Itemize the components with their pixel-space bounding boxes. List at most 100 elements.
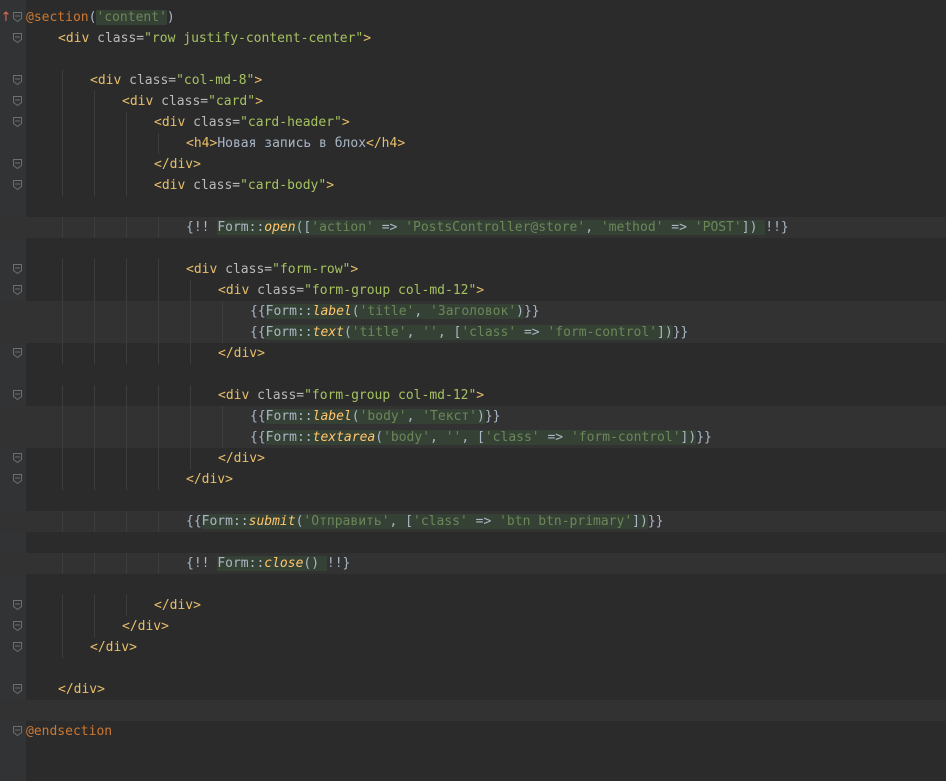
code-token: <div [58, 31, 98, 46]
code-line[interactable]: </div> [0, 679, 946, 700]
code-token: }} [696, 430, 712, 445]
code-token: {{ [250, 325, 266, 340]
code-token: <div [186, 262, 226, 277]
code-token: 'content' [96, 10, 167, 25]
code-line[interactable]: {{Form::submit('Отправить', ['class' => … [0, 511, 946, 532]
code-editor[interactable]: ↑ @section('content') <div class="row just… [0, 0, 946, 781]
fold-marker-icon[interactable] [13, 726, 22, 736]
code-line[interactable]: <div class="card-body"> [0, 175, 946, 196]
code-line[interactable]: <div class="row justify-content-center"> [0, 28, 946, 49]
code-line[interactable]: {{Form::label('title', 'Заголовок')}} [0, 301, 946, 322]
fold-marker-icon[interactable] [13, 348, 22, 358]
code-token: close [264, 556, 304, 571]
indent-guide [62, 343, 63, 364]
fold-marker-icon[interactable] [13, 642, 22, 652]
fold-marker-icon[interactable] [13, 12, 22, 22]
indent-guide [126, 322, 127, 343]
code-line[interactable]: {{Form::text('title', '', ['class' => 'f… [0, 322, 946, 343]
code-line[interactable]: <div class="card-header"> [0, 112, 946, 133]
indent-guide [62, 322, 63, 343]
indent-guide [94, 280, 95, 301]
code-line[interactable]: {!! Form::open(['action' => 'PostsContro… [0, 217, 946, 238]
code-line[interactable]: {{Form::label('body', 'Текст')}} [0, 406, 946, 427]
code-token: "form-group col-md-12" [304, 388, 477, 403]
code-line[interactable]: <div class="form-row"> [0, 259, 946, 280]
code-line[interactable]: </div> [0, 448, 946, 469]
fold-marker-icon[interactable] [13, 600, 22, 610]
fold-marker-icon[interactable] [13, 117, 22, 127]
indent-guide [158, 259, 159, 280]
code-line[interactable] [0, 490, 946, 511]
code-line[interactable]: ↑ @section('content') [0, 7, 946, 28]
code-token: Form:: [265, 409, 313, 424]
code-line[interactable]: </div> [0, 343, 946, 364]
fold-marker-icon[interactable] [13, 33, 22, 43]
code-line[interactable] [0, 658, 946, 679]
indent-guide [94, 553, 95, 574]
code-line[interactable] [0, 700, 946, 721]
code-line[interactable]: </div> [0, 637, 946, 658]
code-line[interactable] [0, 196, 946, 217]
code-line[interactable]: <h4>Новая запись в блох</h4> [0, 133, 946, 154]
code-line[interactable]: {!! Form::close() !!} [0, 553, 946, 574]
code-token: () [303, 556, 327, 571]
code-line[interactable] [0, 49, 946, 70]
code-line[interactable]: <div class="form-group col-md-12"> [0, 385, 946, 406]
code-line[interactable]: <div class="col-md-8"> [0, 70, 946, 91]
code-token: class= [161, 94, 209, 109]
code-token: <div [154, 178, 194, 193]
indent-guide [62, 406, 63, 427]
code-line[interactable] [0, 532, 946, 553]
fold-marker-icon[interactable] [13, 264, 22, 274]
indent-guide [62, 259, 63, 280]
indent-guide [94, 511, 95, 532]
indent-guide [62, 427, 63, 448]
code-token: 'form-control' [547, 325, 658, 340]
fold-marker-icon[interactable] [13, 159, 22, 169]
code-line[interactable]: </div> [0, 616, 946, 637]
fold-marker-icon[interactable] [13, 390, 22, 400]
fold-marker-icon[interactable] [13, 180, 22, 190]
code-line[interactable]: @endsection [0, 721, 946, 742]
code-line[interactable]: </div> [0, 595, 946, 616]
code-text: </div> [154, 154, 201, 175]
code-line[interactable] [0, 238, 946, 259]
code-line[interactable] [0, 742, 946, 763]
code-line[interactable] [0, 574, 946, 595]
code-area[interactable]: ↑ @section('content') <div class="row just… [0, 0, 946, 781]
code-text: <div class="row justify-content-center"> [58, 28, 371, 49]
fold-marker-icon[interactable] [13, 285, 22, 295]
indent-guide [62, 448, 63, 469]
fold-marker-icon[interactable] [13, 621, 22, 631]
indent-guide [94, 595, 95, 616]
code-token: ) [477, 409, 485, 424]
fold-marker-icon[interactable] [13, 474, 22, 484]
indent-guide [158, 385, 159, 406]
code-line[interactable]: <div class="card"> [0, 91, 946, 112]
code-line[interactable]: <div class="form-group col-md-12"> [0, 280, 946, 301]
code-token: , [406, 325, 423, 340]
code-token: , [585, 220, 601, 235]
fold-marker-icon[interactable] [13, 96, 22, 106]
fold-marker-icon[interactable] [13, 453, 22, 463]
code-token: textarea [312, 430, 376, 445]
code-line[interactable]: </div> [0, 469, 946, 490]
indent-guide [94, 112, 95, 133]
fold-marker-icon[interactable] [13, 75, 22, 85]
indent-guide [62, 133, 63, 154]
code-line[interactable] [0, 364, 946, 385]
code-text: @section('content') [26, 7, 175, 28]
code-line[interactable]: {{Form::textarea('body', '', ['class' =>… [0, 427, 946, 448]
indent-guide [222, 322, 223, 343]
code-line[interactable]: </div> [0, 154, 946, 175]
fold-marker-icon[interactable] [13, 684, 22, 694]
indent-guide [126, 427, 127, 448]
code-token: => [663, 220, 695, 235]
code-token: > [363, 31, 372, 46]
code-token: '' [422, 325, 438, 340]
indent-guide [94, 301, 95, 322]
code-token: ( [351, 304, 360, 319]
implementation-marker-icon[interactable]: ↑ [0, 7, 12, 28]
indent-guide [94, 616, 95, 637]
indent-guide [94, 133, 95, 154]
